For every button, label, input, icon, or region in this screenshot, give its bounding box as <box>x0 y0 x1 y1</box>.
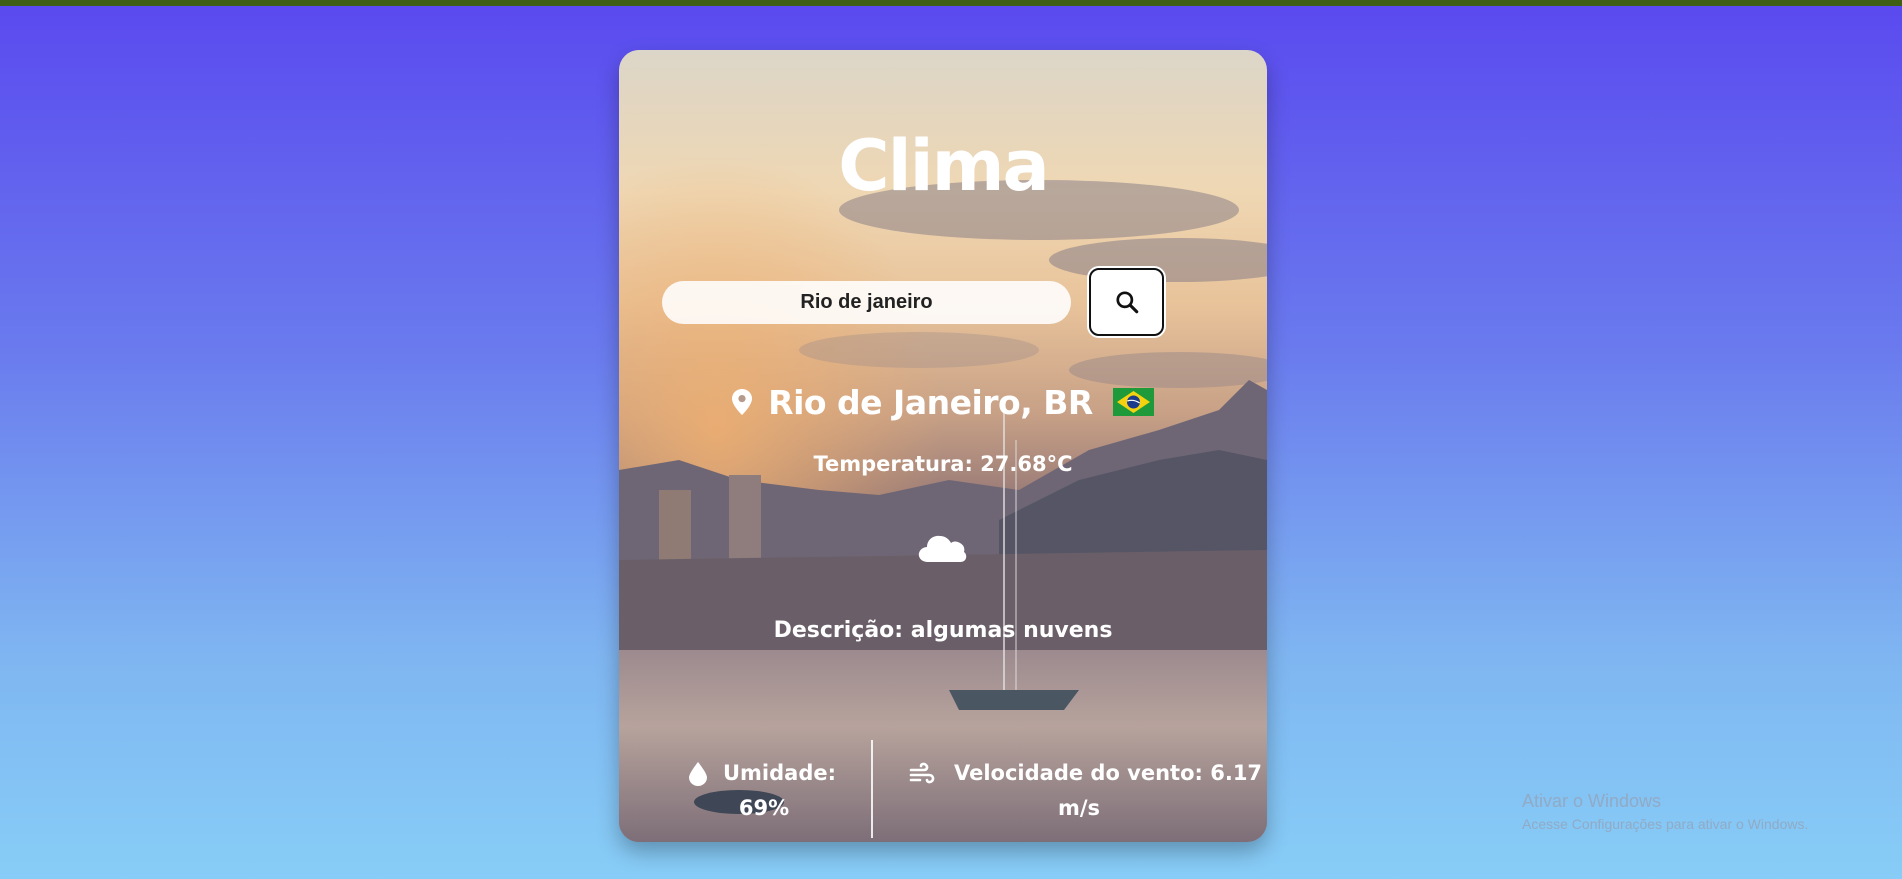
cloud-icon <box>918 535 967 562</box>
wind-value: m/s <box>1057 796 1101 820</box>
city-name: Rio de Janeiro, BR <box>768 382 1093 422</box>
wind-icon <box>909 762 935 784</box>
details-divider <box>871 740 873 838</box>
app-title: Clima <box>838 125 1050 207</box>
humidity-value: 69% <box>738 796 790 820</box>
water-drop-icon <box>689 762 707 786</box>
windows-activation-watermark: Ativar o Windows Acesse Configurações pa… <box>1522 791 1808 832</box>
humidity-label: Umidade: <box>723 761 837 785</box>
wind-label: Velocidade do vento: 6.17 <box>954 761 1263 785</box>
weather-details: Umidade: 69% Velocidade do vento: 6.17 m… <box>619 740 1267 840</box>
brazil-flag-icon <box>1112 388 1154 416</box>
watermark-title: Ativar o Windows <box>1522 791 1662 811</box>
weather-card: Clima Rio de Janeiro, BR Temperatura: 27… <box>619 50 1267 842</box>
map-pin-icon <box>732 389 753 415</box>
city-search-input[interactable] <box>662 281 1071 324</box>
watermark-subtitle: Acesse Configurações para ativar o Windo… <box>1522 816 1809 832</box>
search-button[interactable] <box>1089 268 1164 336</box>
search-icon <box>1115 291 1138 314</box>
weather-description: Descrição: algumas nuvens <box>773 618 1113 643</box>
temperature-text: Temperatura: 27.68°C <box>813 452 1073 476</box>
browser-top-bar <box>0 0 1902 6</box>
location-row: Rio de Janeiro, BR <box>619 377 1267 427</box>
